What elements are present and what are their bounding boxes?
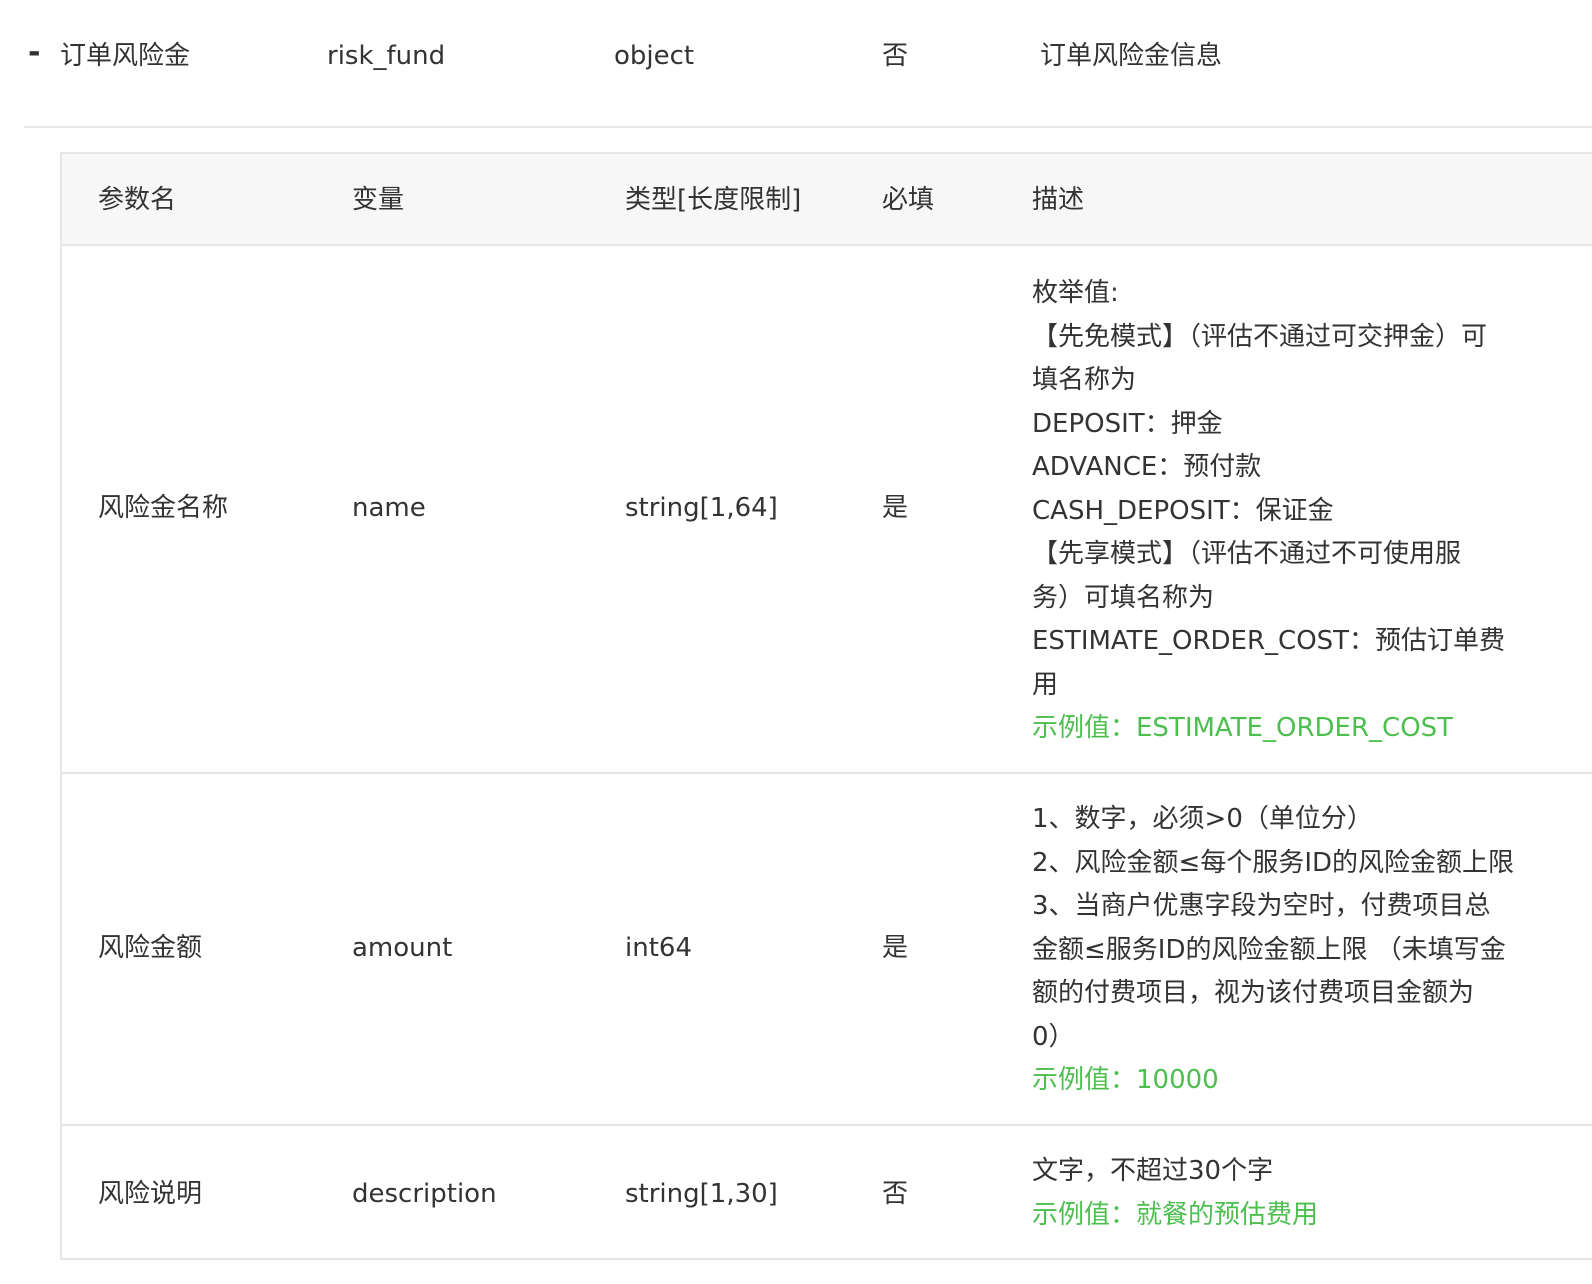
row-required: 是 — [882, 933, 909, 963]
desc-line: ESTIMATE_ORDER_COST：预估订单费 — [1032, 626, 1506, 656]
desc-line: 3、当商户优惠字段为空时，付费项目总 — [1032, 891, 1491, 921]
collapse-toggle-icon[interactable]: - — [28, 38, 58, 68]
table-header: 参数名 变量 类型[长度限制] 必填 描述 — [62, 154, 1592, 246]
row-type: string[1,30] — [625, 1179, 778, 1209]
desc-line: 金额≤服务ID的风险金额上限 （未填写金 — [1032, 934, 1506, 965]
nested-params-table: 参数名 变量 类型[长度限制] 必填 描述 风险金名称 name string[… — [60, 152, 1592, 1260]
param-type: object — [614, 41, 695, 71]
example-value: 示例值：ESTIMATE_ORDER_COST — [1032, 713, 1454, 743]
desc-line: ADVANCE：预付款 — [1032, 452, 1262, 482]
param-required: 否 — [882, 41, 909, 71]
desc-line: 用 — [1032, 669, 1059, 700]
desc-line: DEPOSIT：押金 — [1032, 408, 1223, 439]
desc-line: 填名称为 — [1032, 365, 1137, 395]
row-description: 枚举值: 【先免模式】（评估不通过可交押金）可 填名称为 DEPOSIT：押金 … — [1032, 272, 1538, 751]
desc-line: 0） — [1032, 1021, 1075, 1052]
table-row: 风险金名称 name string[1,64] 是 枚举值: 【先免模式】（评估… — [62, 246, 1592, 774]
param-description: 订单风险金信息 — [1040, 41, 1223, 71]
desc-line: 【先享模式】（评估不通过不可使用服 — [1032, 539, 1462, 569]
desc-line: 务）可填名称为 — [1032, 582, 1215, 613]
row-param-name: 风险金名称 — [98, 493, 229, 523]
param-variable: risk_fund — [327, 41, 446, 71]
desc-line: CASH_DEPOSIT：保证金 — [1032, 495, 1334, 526]
desc-line: 文字，不超过30个字 — [1032, 1156, 1274, 1186]
header-type: 类型[长度限制] — [625, 185, 802, 215]
header-description: 描述 — [1032, 185, 1085, 215]
header-name: 参数名 — [98, 185, 177, 215]
row-variable: name — [352, 493, 426, 523]
row-required: 否 — [882, 1179, 909, 1209]
param-name: 订单风险金 — [60, 41, 191, 71]
row-param-name: 风险金额 — [98, 933, 203, 963]
header-required: 必填 — [882, 185, 935, 215]
table-row: 风险金额 amount int64 是 1、数字，必须>0（单位分） 2、风险金… — [62, 774, 1592, 1126]
desc-line: 额的付费项目，视为该付费项目金额为 — [1032, 978, 1475, 1008]
row-description: 1、数字，必须>0（单位分） 2、风险金额≤每个服务ID的风险金额上限 3、当商… — [1032, 798, 1538, 1103]
row-type: int64 — [625, 933, 692, 963]
row-description: 文字，不超过30个字 示例值：就餐的预估费用 — [1032, 1150, 1538, 1237]
example-value: 示例值：10000 — [1032, 1065, 1219, 1095]
desc-line: 【先免模式】（评估不通过可交押金）可 — [1032, 321, 1488, 352]
row-required: 是 — [882, 493, 909, 523]
row-variable: amount — [352, 933, 453, 963]
desc-line: 2、风险金额≤每个服务ID的风险金额上限 — [1032, 847, 1515, 878]
parent-param-row: - 订单风险金 risk_fund object 否 订单风险金信息 — [24, 0, 1592, 128]
row-param-name: 风险说明 — [98, 1179, 203, 1209]
row-variable: description — [352, 1179, 497, 1209]
example-value: 示例值：就餐的预估费用 — [1032, 1199, 1319, 1230]
table-row: 风险说明 description string[1,30] 否 文字，不超过30… — [62, 1126, 1592, 1260]
desc-line: 1、数字，必须>0（单位分） — [1032, 804, 1373, 834]
desc-line: 枚举值: — [1032, 278, 1119, 308]
row-type: string[1,64] — [625, 493, 778, 523]
header-variable: 变量 — [352, 185, 405, 215]
